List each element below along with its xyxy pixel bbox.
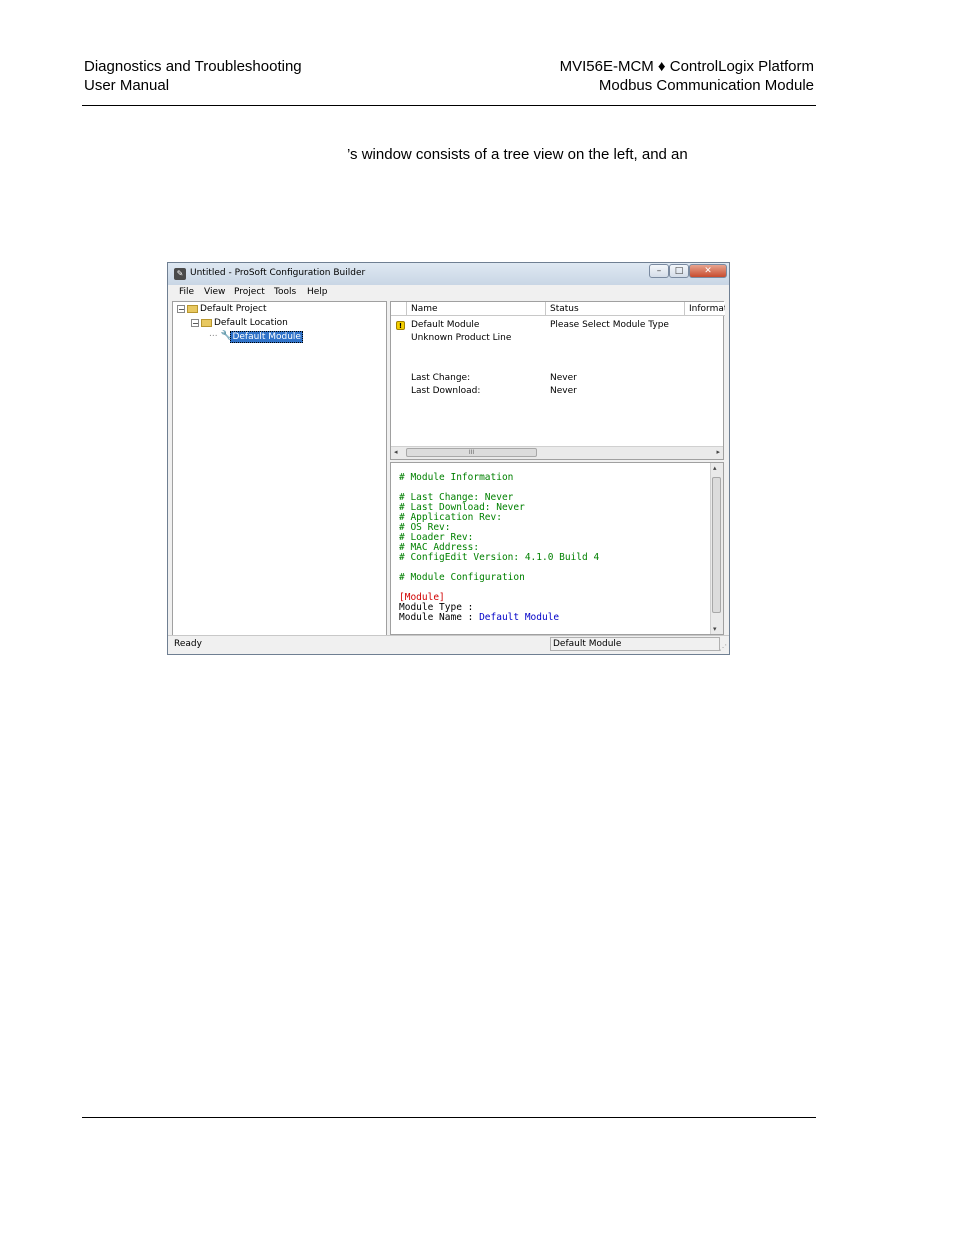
list-row-name[interactable]: Unknown Product Line — [411, 333, 511, 343]
collapse-icon[interactable]: − — [177, 304, 185, 313]
config-value: Default Module — [479, 612, 560, 623]
scroll-up-icon[interactable]: ▴ — [713, 464, 717, 472]
tree-connector: ··· — [209, 331, 218, 342]
config-line: # Module Information — [399, 472, 514, 483]
tree-view: − Default Project − Default Location ··· 🔧… — [172, 301, 387, 636]
tree-label-project: Default Project — [200, 304, 267, 314]
vertical-scrollbar[interactable]: ▴ ▾ — [710, 463, 723, 634]
config-line: Module Name : Default Module — [399, 613, 559, 623]
config-line: # ConfigEdit Version: 4.1.0 Build 4 — [399, 552, 600, 563]
scroll-right-icon[interactable]: ▸ — [716, 448, 720, 456]
menu-file[interactable]: File — [179, 287, 194, 297]
horizontal-scrollbar[interactable]: ◂ III ▸ — [391, 446, 723, 459]
menu-help[interactable]: Help — [307, 287, 328, 297]
config-text-view[interactable]: # Module Information # Last Change: Neve… — [390, 462, 724, 635]
list-row-status: Never — [550, 373, 577, 383]
header-product: MVI56E-MCM ♦ ControlLogix Platform — [559, 58, 814, 75]
footer-rule — [82, 1117, 816, 1118]
status-text: Ready — [174, 639, 202, 649]
intro-text: ’s window consists of a tree view on the… — [347, 146, 688, 163]
status-pane-module: Default Module — [550, 637, 720, 651]
maximize-button[interactable]: □ — [669, 264, 689, 278]
status-bar: Ready Default Module ⋰ — [168, 635, 729, 654]
header-doc-section: Diagnostics and Troubleshooting — [84, 58, 302, 75]
tree-label-module: Default Module — [230, 330, 303, 343]
scroll-thumb[interactable] — [712, 477, 721, 613]
app-icon: ✎ — [174, 268, 186, 280]
page-header-right: MVI56E-MCM ♦ ControlLogix Platform Modbu… — [560, 57, 814, 95]
folder-icon — [187, 304, 198, 313]
header-doc-type: User Manual — [84, 77, 170, 94]
list-row-name[interactable]: Last Download: — [411, 386, 480, 396]
app-window: ✎ Untitled - ProSoft Configuration Build… — [167, 262, 730, 655]
config-key: Module Name : — [399, 612, 480, 623]
list-row-status: Never — [550, 386, 577, 396]
list-row-name[interactable]: Default Module — [411, 320, 479, 330]
list-row-name[interactable]: Last Change: — [411, 373, 470, 383]
col-header-information[interactable]: Informat — [685, 302, 725, 316]
collapse-icon[interactable]: − — [191, 318, 199, 327]
tree-item-module[interactable]: ··· 🔧Default Module — [209, 330, 303, 343]
scroll-thumb[interactable]: III — [406, 448, 537, 457]
close-button[interactable]: ✕ — [689, 264, 727, 278]
menu-project[interactable]: Project — [234, 287, 265, 297]
scroll-left-icon[interactable]: ◂ — [394, 448, 398, 456]
minimize-button[interactable]: – — [649, 264, 669, 278]
tree-label-location: Default Location — [214, 318, 288, 328]
resize-grip-icon[interactable]: ⋰ — [719, 643, 727, 652]
menu-view[interactable]: View — [204, 287, 225, 297]
title-bar[interactable]: ✎ Untitled - ProSoft Configuration Build… — [168, 263, 729, 285]
window-title: Untitled - ProSoft Configuration Builder — [190, 268, 366, 278]
menu-tools[interactable]: Tools — [274, 287, 296, 297]
scroll-down-icon[interactable]: ▾ — [713, 625, 717, 633]
col-header-name[interactable]: Name — [407, 302, 546, 316]
col-header-icon[interactable] — [391, 302, 407, 316]
list-row-status: Please Select Module Type — [550, 320, 669, 330]
config-line: # Module Configuration — [399, 572, 525, 583]
page-header-left: Diagnostics and Troubleshooting User Man… — [84, 57, 302, 95]
header-product-sub: Modbus Communication Module — [598, 77, 814, 94]
module-wrench-icon: 🔧 — [220, 331, 232, 341]
module-list-view: Name Status Informat ! Default Module Pl… — [390, 301, 725, 460]
tree-item-location[interactable]: − Default Location — [191, 318, 288, 328]
menu-bar: File View Project Tools Help — [168, 285, 729, 301]
col-header-status[interactable]: Status — [546, 302, 685, 316]
header-rule — [82, 105, 816, 106]
location-folder-icon — [201, 318, 212, 327]
warning-icon: ! — [396, 321, 405, 330]
tree-item-project[interactable]: − Default Project — [177, 304, 267, 314]
